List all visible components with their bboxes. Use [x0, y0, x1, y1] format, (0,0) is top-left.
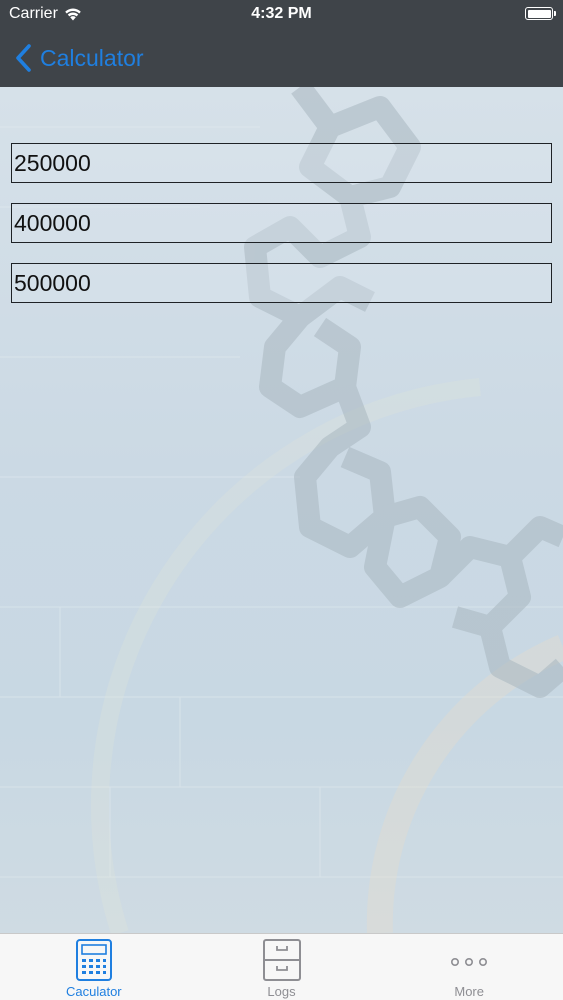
- amount-field-3[interactable]: [11, 263, 552, 303]
- tab-more[interactable]: More: [375, 934, 563, 1000]
- back-button-label: Calculator: [40, 44, 144, 71]
- back-button[interactable]: Calculator: [14, 42, 144, 74]
- battery-level: [527, 9, 551, 18]
- chevron-left-icon: [16, 44, 31, 72]
- tab-logs[interactable]: Logs: [188, 934, 376, 1000]
- cabinet-icon: [262, 939, 301, 981]
- battery-icon: [525, 7, 556, 20]
- calculator-icon: [75, 939, 112, 981]
- tab-calculator[interactable]: Caculator: [0, 934, 188, 1000]
- more-dots-icon: [451, 957, 488, 966]
- amount-field-1[interactable]: [11, 143, 552, 183]
- top-bar: Carrier 4:32 PM Calculator: [0, 0, 563, 87]
- app-screen: Carrier 4:32 PM Calculator 250000 400000…: [0, 0, 563, 1000]
- tab-more-label: More: [454, 984, 484, 999]
- status-bar: Carrier 4:32 PM: [0, 0, 563, 28]
- tab-bar: Caculator Logs More: [0, 933, 563, 1000]
- tab-calculator-label: Caculator: [66, 984, 122, 999]
- navigation-bar: Calculator: [0, 28, 563, 87]
- tab-logs-label: Logs: [267, 984, 296, 999]
- amount-field-2[interactable]: [11, 203, 552, 243]
- status-time: 4:32 PM: [251, 5, 312, 22]
- content-area: [0, 87, 563, 933]
